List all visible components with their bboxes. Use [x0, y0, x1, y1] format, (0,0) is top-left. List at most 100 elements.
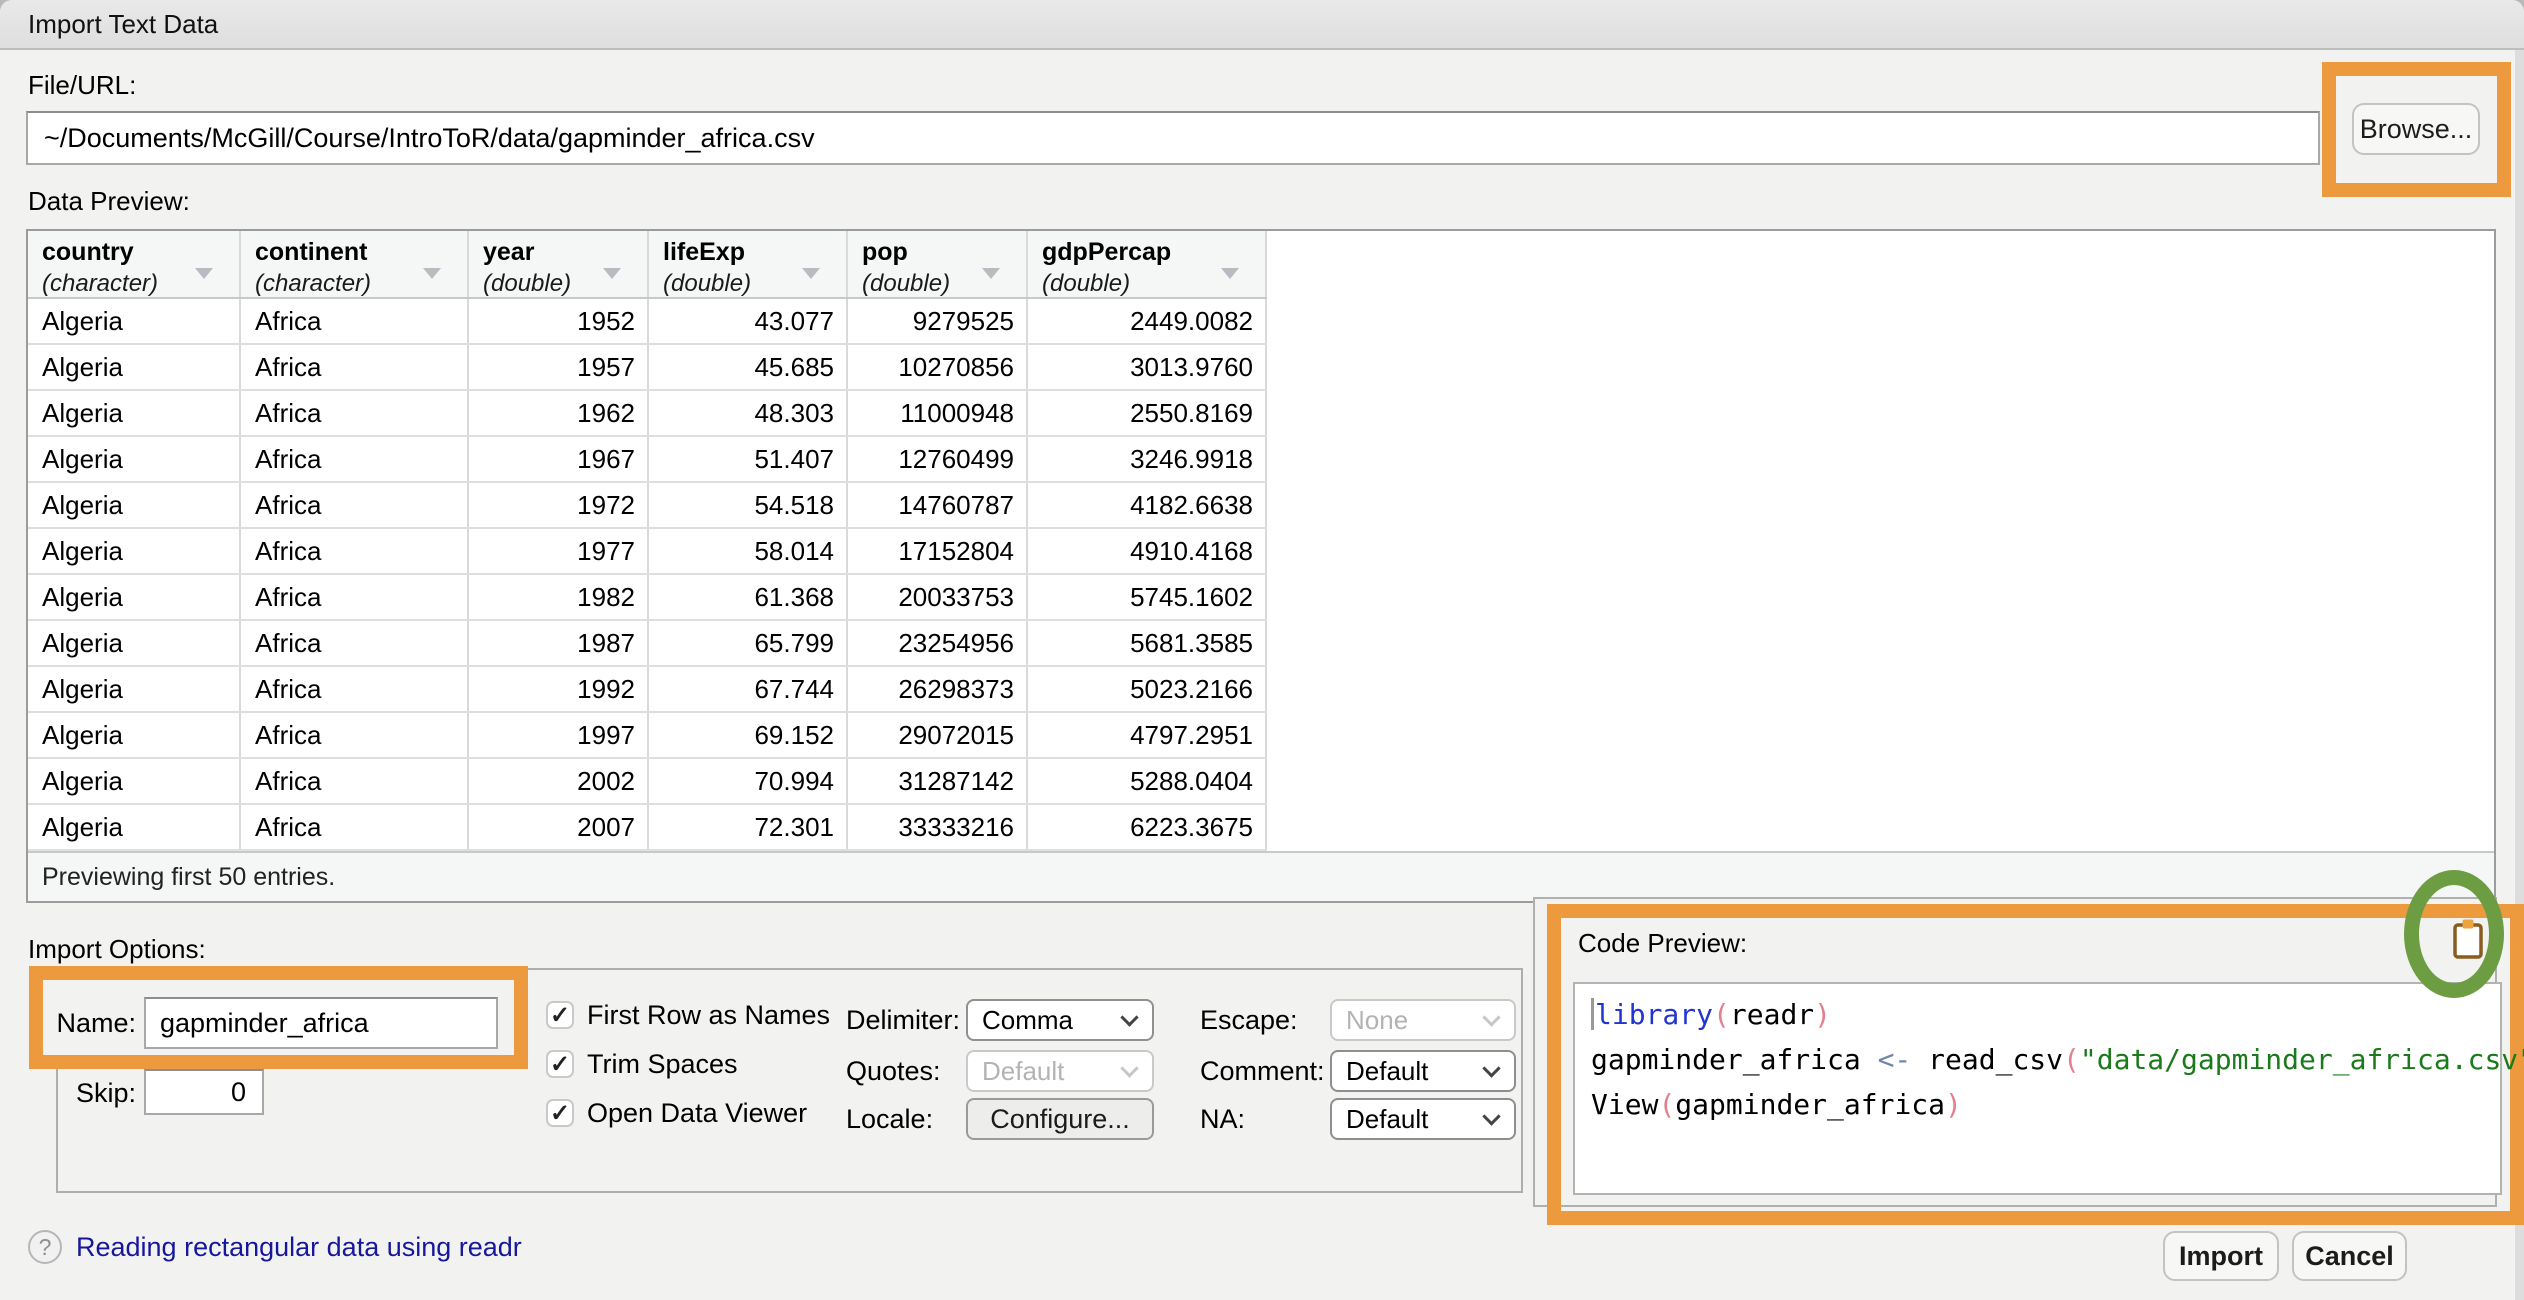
cell-continent: Africa — [241, 621, 469, 665]
quotes-value: Default — [968, 1056, 1123, 1087]
chevron-down-icon — [1482, 1008, 1500, 1026]
name-label: Name: — [50, 998, 136, 1048]
table-status-bar: Previewing first 50 entries. — [28, 851, 2494, 901]
cell-pop: 33333216 — [848, 805, 1028, 849]
column-menu-caret-icon[interactable] — [603, 268, 621, 279]
cell-year: 1997 — [469, 713, 649, 757]
checkbox-icon[interactable]: ✓ — [546, 1099, 574, 1127]
delimiter-select[interactable]: Comma — [966, 999, 1154, 1041]
code-line: library(readr) — [1591, 992, 2500, 1037]
cell-gdpPercap: 5288.0404 — [1028, 759, 1267, 803]
cell-year: 2002 — [469, 759, 649, 803]
escape-value: None — [1332, 1005, 1485, 1036]
readr-help-link[interactable]: Reading rectangular data using readr — [76, 1230, 522, 1264]
cell-continent: Africa — [241, 391, 469, 435]
cell-gdpPercap: 3013.9760 — [1028, 345, 1267, 389]
column-menu-caret-icon[interactable] — [982, 268, 1000, 279]
checkbox-row[interactable]: ✓ First Row as Names — [546, 1000, 830, 1030]
file-url-label: File/URL: — [28, 70, 136, 101]
column-menu-caret-icon[interactable] — [802, 268, 820, 279]
cell-continent: Africa — [241, 805, 469, 849]
preview-count-text: Previewing first 50 entries. — [42, 863, 335, 892]
cell-lifeExp: 70.994 — [649, 759, 848, 803]
table-row: AlgeriaAfrica197758.014171528044910.4168 — [28, 529, 1267, 575]
table-row: AlgeriaAfrica198261.368200337535745.1602 — [28, 575, 1267, 621]
column-header-pop[interactable]: pop(double) — [848, 231, 1028, 297]
code-token: ( — [1658, 1088, 1675, 1121]
cell-pop: 12760499 — [848, 437, 1028, 481]
table-row: AlgeriaAfrica195745.685102708563013.9760 — [28, 345, 1267, 391]
cell-lifeExp: 54.518 — [649, 483, 848, 527]
column-menu-caret-icon[interactable] — [423, 268, 441, 279]
column-header-country[interactable]: country(character) — [28, 231, 241, 297]
cell-lifeExp: 43.077 — [649, 299, 848, 343]
dialog-title: Import Text Data — [28, 0, 2524, 48]
table-row: AlgeriaAfrica196751.407127604993246.9918 — [28, 437, 1267, 483]
locale-configure-button[interactable]: Configure... — [966, 1098, 1154, 1140]
checkbox-label: First Row as Names — [587, 1000, 830, 1031]
cancel-button[interactable]: Cancel — [2292, 1231, 2407, 1281]
cell-gdpPercap: 5745.1602 — [1028, 575, 1267, 619]
cell-lifeExp: 61.368 — [649, 575, 848, 619]
cell-continent: Africa — [241, 483, 469, 527]
table-row: AlgeriaAfrica195243.07792795252449.0082 — [28, 299, 1267, 345]
delimiter-value: Comma — [968, 1005, 1123, 1036]
import-button[interactable]: Import — [2163, 1231, 2279, 1281]
column-header-continent[interactable]: continent(character) — [241, 231, 469, 297]
cell-country: Algeria — [28, 391, 241, 435]
comment-value: Default — [1332, 1056, 1485, 1087]
na-value: Default — [1332, 1104, 1485, 1135]
comment-select[interactable]: Default — [1330, 1050, 1516, 1092]
cell-year: 1967 — [469, 437, 649, 481]
code-preview-textarea[interactable]: library(readr)gapminder_africa <- read_c… — [1573, 982, 2502, 1195]
cell-continent: Africa — [241, 437, 469, 481]
cell-pop: 10270856 — [848, 345, 1028, 389]
table-row: AlgeriaAfrica199769.152290720154797.2951 — [28, 713, 1267, 759]
name-value: gapminder_africa — [146, 1008, 369, 1039]
cell-pop: 17152804 — [848, 529, 1028, 573]
column-menu-caret-icon[interactable] — [1221, 268, 1239, 279]
cell-pop: 31287142 — [848, 759, 1028, 803]
column-name: pop — [848, 231, 1026, 267]
column-header-gdpPercap[interactable]: gdpPercap(double) — [1028, 231, 1267, 297]
cell-lifeExp: 51.407 — [649, 437, 848, 481]
checkbox-icon[interactable]: ✓ — [546, 1001, 574, 1029]
checkbox-label: Open Data Viewer — [587, 1098, 807, 1129]
code-token: readr — [1730, 998, 1814, 1031]
code-line: View(gapminder_africa) — [1591, 1082, 2500, 1127]
table-row: AlgeriaAfrica199267.744262983735023.2166 — [28, 667, 1267, 713]
table-header-row: country(character)continent(character)ye… — [28, 231, 1267, 299]
help-icon[interactable]: ? — [28, 1230, 62, 1264]
cell-gdpPercap: 5681.3585 — [1028, 621, 1267, 665]
text-cursor — [1591, 998, 1594, 1030]
cell-year: 1952 — [469, 299, 649, 343]
table-row: AlgeriaAfrica200270.994312871425288.0404 — [28, 759, 1267, 805]
code-token: <- — [1878, 1043, 1929, 1076]
cell-lifeExp: 67.744 — [649, 667, 848, 711]
name-input[interactable]: gapminder_africa — [144, 997, 498, 1049]
cell-lifeExp: 45.685 — [649, 345, 848, 389]
cell-year: 1972 — [469, 483, 649, 527]
code-token: gapminder_africa — [1591, 1043, 1878, 1076]
na-select[interactable]: Default — [1330, 1098, 1516, 1140]
cell-country: Algeria — [28, 483, 241, 527]
column-menu-caret-icon[interactable] — [195, 268, 213, 279]
checkbox-label: Trim Spaces — [587, 1049, 738, 1080]
column-header-year[interactable]: year(double) — [469, 231, 649, 297]
table-row: AlgeriaAfrica200772.301333332166223.3675 — [28, 805, 1267, 851]
checkbox-icon[interactable]: ✓ — [546, 1050, 574, 1078]
cell-year: 1957 — [469, 345, 649, 389]
cell-continent: Africa — [241, 667, 469, 711]
cell-lifeExp: 72.301 — [649, 805, 848, 849]
code-token: ( — [2063, 1043, 2080, 1076]
checkbox-row[interactable]: ✓ Trim Spaces — [546, 1049, 830, 1079]
file-url-input[interactable]: ~/Documents/McGill/Course/IntroToR/data/… — [26, 111, 2320, 165]
cell-country: Algeria — [28, 299, 241, 343]
cell-pop: 26298373 — [848, 667, 1028, 711]
cell-lifeExp: 65.799 — [649, 621, 848, 665]
table-row: AlgeriaAfrica196248.303110009482550.8169 — [28, 391, 1267, 437]
cell-year: 1992 — [469, 667, 649, 711]
checkbox-row[interactable]: ✓ Open Data Viewer — [546, 1098, 830, 1128]
column-header-lifeExp[interactable]: lifeExp(double) — [649, 231, 848, 297]
column-name: continent — [241, 231, 467, 267]
